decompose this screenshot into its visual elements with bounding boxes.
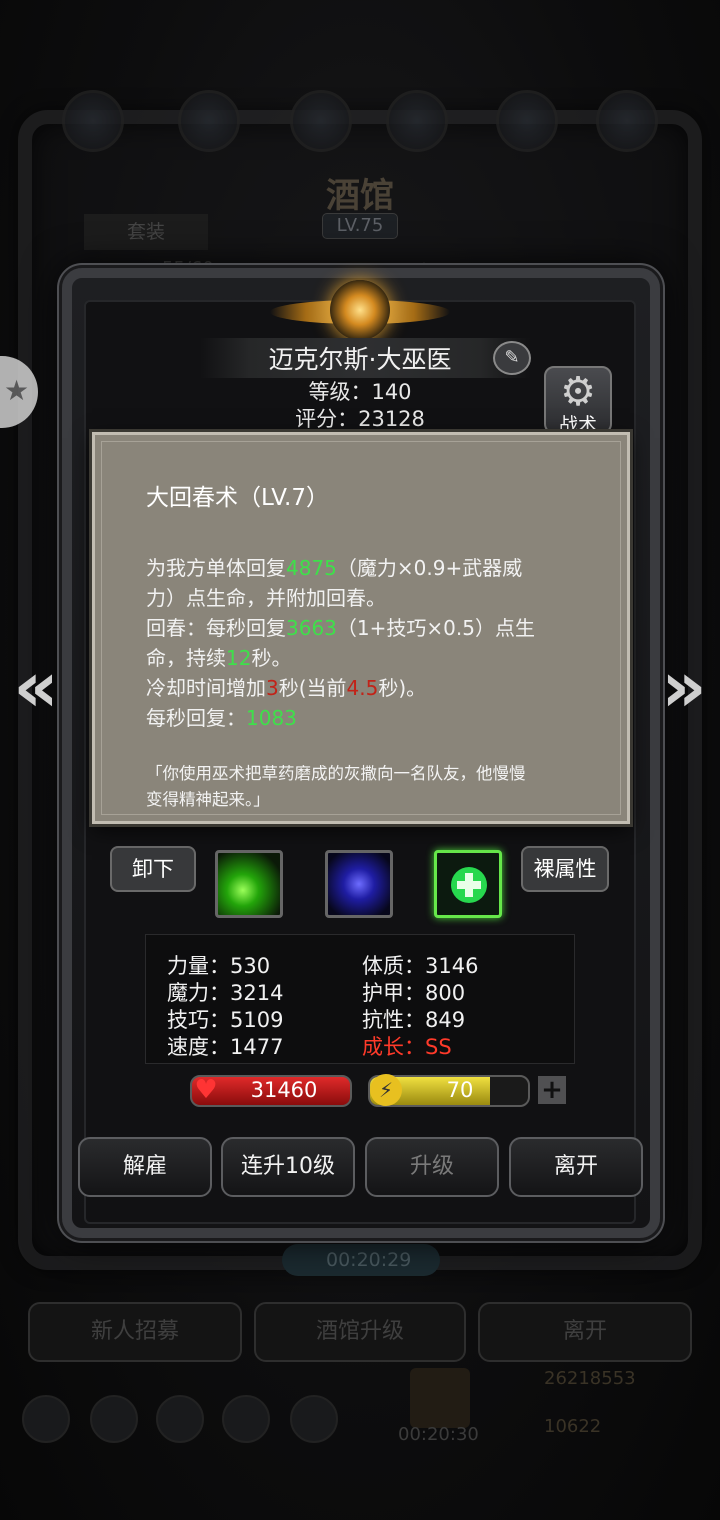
text: （魔力×0.9+武器威 [336, 556, 523, 580]
dismiss-button[interactable]: 解雇 [78, 1137, 212, 1197]
hp-value: 31460 [250, 1078, 318, 1102]
heal-value: 4875 [286, 556, 337, 580]
bg-portrait-icon [62, 90, 124, 152]
panel-crest-icon [330, 280, 390, 340]
blue-beast-icon[interactable] [325, 850, 393, 918]
gift-icon[interactable] [410, 1368, 470, 1428]
text: 每秒回复： [146, 706, 246, 730]
level-up-button[interactable]: 升级 [365, 1137, 499, 1197]
text: 秒。 [251, 646, 292, 670]
per-second-value: 1083 [246, 706, 297, 730]
leave-button[interactable]: 离开 [509, 1137, 643, 1197]
stat-skill: 技巧：5109 [167, 1008, 284, 1032]
tavern-upgrade-button[interactable]: 酒馆升级 [254, 1302, 466, 1362]
lightning-icon: ⚡ [370, 1074, 402, 1106]
bg-timer: 00:20:29 [282, 1244, 440, 1276]
game-screen: 酒馆 LV.75 套装 55/60 魂：10337585 00:20:29 新人… [0, 0, 720, 1520]
skill-title: 大回春术（LV.7） [146, 485, 330, 511]
next-hero-arrow-icon[interactable]: » [656, 652, 712, 725]
stat-resistance: 抗性：849 [362, 1008, 466, 1032]
skill-desc-line-5: 冷却时间增加3秒(当前4.5秒)。 [146, 672, 426, 701]
prev-hero-arrow-icon[interactable]: « [8, 652, 64, 725]
duration-value: 12 [226, 646, 252, 670]
skill-desc-line-1: 为我方单体回复4875（魔力×0.9+武器威 [146, 552, 522, 581]
heart-icon: ♥ [194, 1075, 218, 1105]
bottom-icon-3[interactable] [156, 1395, 204, 1443]
set-tab[interactable]: 套装 [84, 214, 208, 250]
text: （1+技巧×0.5）点生 [336, 616, 535, 640]
stat-magic: 魔力：3214 [167, 981, 284, 1005]
regen-value: 3663 [286, 616, 337, 640]
recruit-button[interactable]: 新人招募 [28, 1302, 242, 1362]
stat-armor: 护甲：800 [362, 981, 466, 1005]
energy-value: 70 [446, 1078, 474, 1102]
text: 秒(当前 [278, 676, 347, 700]
stat-constitution: 体质：3146 [362, 954, 479, 978]
green-claw-icon[interactable] [215, 850, 283, 918]
text: 命，持续 [146, 646, 226, 670]
add-energy-button[interactable]: + [538, 1076, 566, 1104]
text: 回春：每秒回复 [146, 616, 286, 640]
gear-icon: ⚙ [560, 369, 596, 415]
skill-desc-line-3: 回春：每秒回复3663（1+技巧×0.5）点生 [146, 612, 535, 641]
text: 秒)。 [378, 676, 427, 700]
skill-desc-line-6: 每秒回复：1083 [146, 702, 297, 731]
gold-amount: 26218553 [544, 1368, 636, 1389]
tavern-title: 酒馆 [326, 176, 394, 216]
gift-timer: 00:20:30 [398, 1424, 479, 1445]
bottom-icon-1[interactable] [22, 1395, 70, 1443]
stat-speed: 速度：1477 [167, 1035, 284, 1059]
hero-name: 迈克尔斯·大巫医 [268, 345, 452, 374]
skill-desc-line-2: 力）点生命，并附加回春。 [146, 586, 386, 610]
text: 冷却时间增加 [146, 676, 266, 700]
bg-class-icon-1 [178, 90, 240, 152]
skill-flavor-line-1: 「你使用巫术把草药磨成的灰撒向一名队友，他慢慢 [146, 764, 526, 783]
stat-growth: 成长：SS [362, 1035, 452, 1059]
bg-class-icon-2 [290, 90, 352, 152]
gem-amount: 10622 [544, 1416, 602, 1437]
tavern-level: LV.75 [322, 213, 398, 239]
unequip-button[interactable]: 卸下 [110, 846, 196, 892]
hero-score: 评分：23128 [295, 407, 425, 431]
level-up-10-button[interactable]: 连升10级 [221, 1137, 355, 1197]
hero-level: 等级：140 [308, 380, 412, 404]
bg-class-icon-3 [386, 90, 448, 152]
green-cross-icon [451, 867, 487, 903]
bare-attributes-button[interactable]: 裸属性 [521, 846, 609, 892]
bottom-icon-5[interactable] [290, 1395, 338, 1443]
bottom-icon-4[interactable] [222, 1395, 270, 1443]
bottom-icon-2[interactable] [90, 1395, 138, 1443]
skill-flavor-line-2: 变得精神起来。」 [146, 790, 270, 809]
tavern-leave-button[interactable]: 离开 [478, 1302, 692, 1362]
text: 为我方单体回复 [146, 556, 286, 580]
bg-class-icon-4 [496, 90, 558, 152]
stat-strength: 力量：530 [167, 954, 271, 978]
skill-desc-line-4: 命，持续12秒。 [146, 642, 291, 671]
cooldown-current: 4.5 [346, 676, 379, 700]
edit-name-button[interactable]: ✎ [493, 341, 531, 375]
bg-class-icon-5 [596, 90, 658, 152]
cooldown-increase: 3 [266, 676, 279, 700]
